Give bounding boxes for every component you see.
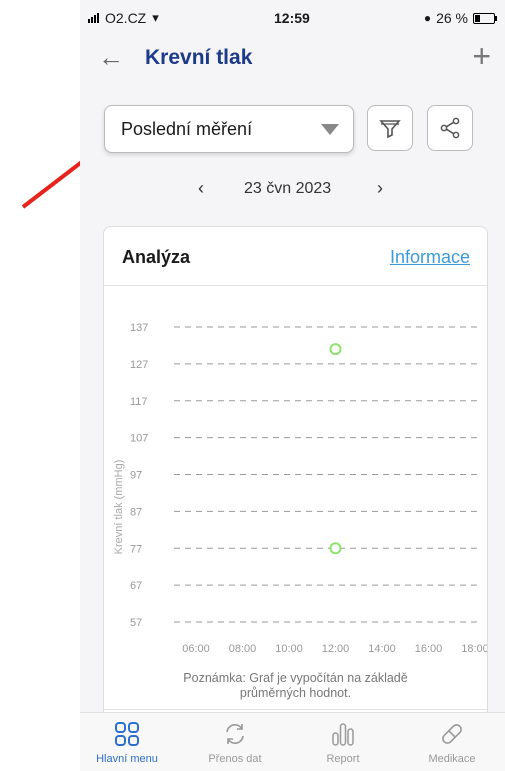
current-date: 23 čvn 2023: [244, 180, 332, 197]
pill-icon: [442, 724, 462, 744]
signal-icon: [88, 13, 99, 23]
x-tick-label: 06:00: [182, 643, 210, 655]
divider: [104, 285, 487, 286]
info-link[interactable]: Informace: [390, 247, 470, 268]
alarm-icon: ●: [423, 11, 432, 25]
y-tick-label: 137: [130, 322, 148, 334]
analysis-card: Analýza Informace Krevní tlak (mmHg) 137…: [103, 226, 488, 748]
share-button[interactable]: [427, 105, 473, 151]
status-bar: O2.CZ ▾ 12:59 ● 26 %: [80, 0, 505, 38]
phone-screen: O2.CZ ▾ 12:59 ● 26 % ← Krevní tlak + Pos…: [80, 0, 505, 771]
battery-percent: 26 %: [436, 10, 468, 26]
tab-label: Report: [326, 753, 360, 765]
chevron-down-icon: [321, 124, 339, 135]
x-tick-label: 10:00: [275, 643, 303, 655]
chart-note-line: Poznámka: Graf je vypočítán na základě: [183, 671, 408, 685]
carrier-label: O2.CZ: [105, 10, 147, 26]
tab-label: Přenos dat: [208, 753, 262, 765]
y-tick-label: 107: [130, 433, 148, 445]
data-point[interactable]: [329, 542, 342, 555]
page-title: Krevní tlak: [145, 46, 253, 69]
filter-icon: [379, 120, 401, 139]
y-tick-label: 57: [130, 617, 142, 629]
add-icon[interactable]: +: [472, 38, 491, 75]
filter-button[interactable]: [367, 105, 413, 151]
share-icon: [440, 117, 460, 139]
tab-medication[interactable]: Medikace: [402, 719, 502, 765]
tab-label: Hlavní menu: [96, 753, 158, 765]
y-axis-label: Krevní tlak (mmHg): [113, 460, 125, 555]
wifi-icon: ▾: [152, 10, 159, 25]
data-point[interactable]: [329, 343, 342, 356]
bars-icon: [332, 723, 354, 746]
battery-icon: [473, 12, 497, 24]
back-arrow-icon[interactable]: ←: [98, 42, 124, 73]
chevron-left-icon[interactable]: ‹: [198, 178, 204, 199]
chevron-right-icon[interactable]: ›: [377, 178, 383, 199]
chart-note-line: průměrných hodnot.: [239, 686, 352, 700]
x-tick-label: 16:00: [415, 643, 443, 655]
tab-label: Medikace: [428, 753, 476, 765]
analysis-title: Analýza: [122, 247, 191, 267]
grid-icon: [115, 722, 139, 746]
sync-icon: [226, 724, 244, 744]
x-tick-label: 14:00: [368, 643, 396, 655]
header: ← Krevní tlak +: [80, 38, 505, 78]
period-select[interactable]: Poslední měření: [104, 105, 354, 153]
x-tick-label: 12:00: [322, 643, 350, 655]
tab-data-transfer[interactable]: Přenos dat: [185, 719, 285, 765]
tab-report[interactable]: Report: [293, 719, 393, 765]
chart-note: Poznámka: Graf je vypočítán na základě p…: [114, 671, 477, 701]
x-tick-label: 08:00: [229, 643, 257, 655]
y-tick-label: 117: [130, 396, 148, 408]
x-tick-label: 18:00: [461, 643, 487, 655]
period-select-value: Poslední měření: [121, 119, 253, 139]
y-tick-label: 67: [130, 580, 142, 592]
blood-pressure-chart: Krevní tlak (mmHg) 137 127 117 107 97 87 77 67 5…: [113, 322, 487, 655]
y-tick-label: 97: [130, 470, 142, 482]
y-tick-label: 87: [130, 506, 142, 518]
tab-bar: Hlavní menu Přenos dat Report Medikace: [80, 712, 505, 771]
y-tick-label: 127: [130, 359, 148, 371]
divider: [104, 709, 487, 710]
clock: 12:59: [274, 10, 310, 26]
date-navigator: ‹ 23 čvn 2023 ›: [80, 178, 505, 202]
y-tick-label: 77: [130, 543, 142, 555]
tab-main-menu[interactable]: Hlavní menu: [80, 719, 177, 765]
